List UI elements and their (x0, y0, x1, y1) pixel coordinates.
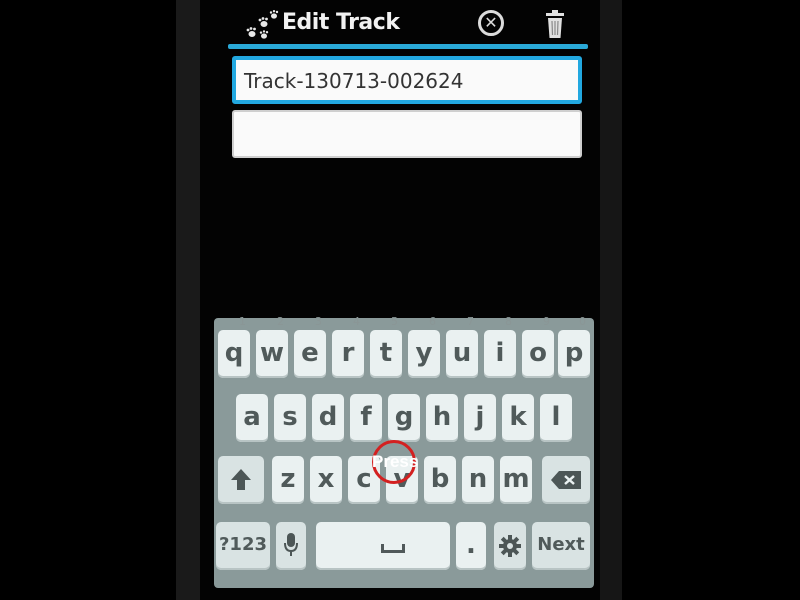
trash-icon[interactable] (542, 10, 568, 40)
key-label: p (564, 338, 584, 368)
key-i[interactable]: 8i (484, 316, 516, 378)
key-label: q (224, 338, 244, 368)
key-alt-2: 2 (277, 315, 284, 328)
key-alt-6: 6 (429, 315, 436, 328)
description-field[interactable] (232, 110, 582, 158)
key-alt-7: 7 (467, 315, 474, 328)
key-alt-0: 0 (579, 315, 586, 328)
paw-prints-icon (246, 10, 279, 39)
key-alt-1: 1 (239, 315, 246, 328)
backspace-key[interactable] (542, 456, 590, 504)
track-name-value: Track-130713-002624 (244, 69, 464, 93)
period-key[interactable]: . (456, 522, 486, 570)
mic-key[interactable] (276, 522, 306, 570)
key-n[interactable]: n (462, 456, 494, 504)
key-label: o (529, 338, 547, 368)
key-j[interactable]: j (464, 394, 496, 442)
key-h[interactable]: h (426, 394, 458, 442)
title-bar: Edit Track ✕ (200, 0, 600, 46)
phone-bezel-right (600, 0, 622, 600)
key-s[interactable]: s (274, 394, 306, 442)
key-u[interactable]: 7u (446, 316, 478, 378)
key-label: e (301, 338, 319, 368)
key-alt-5: 5 (391, 315, 398, 328)
key-alt-8: 8 (505, 315, 512, 328)
key-m[interactable]: m (500, 456, 532, 504)
key-q[interactable]: 1q (218, 316, 250, 378)
press-indicator-label: Press (372, 452, 419, 471)
space-key[interactable] (316, 522, 450, 570)
title-divider (228, 44, 588, 49)
key-f[interactable]: f (350, 394, 382, 442)
key-label: w (259, 338, 285, 368)
key-k[interactable]: k (502, 394, 534, 442)
key-e[interactable]: 3e (294, 316, 326, 378)
shift-key[interactable] (218, 456, 264, 504)
gear-icon (499, 535, 521, 557)
space-bar-glyph (381, 544, 405, 553)
key-x[interactable]: x (310, 456, 342, 504)
key-r[interactable]: 4r (332, 316, 364, 378)
key-alt-9: 9 (543, 315, 550, 328)
cancel-icon: ✕ (484, 13, 498, 32)
symbols-key[interactable]: ?123 (216, 522, 270, 570)
key-label: y (415, 338, 433, 368)
phone-screen: Edit Track ✕ Track-130713-002624 1q 2w 3… (200, 0, 600, 600)
cancel-button[interactable]: ✕ (478, 10, 504, 36)
key-alt-3: 3 (315, 315, 322, 328)
key-t[interactable]: 5t (370, 316, 402, 378)
key-p[interactable]: 0p (558, 316, 590, 378)
key-w[interactable]: 2w (256, 316, 288, 378)
backspace-icon (551, 471, 581, 489)
key-label: u (452, 338, 472, 368)
key-l[interactable]: l (540, 394, 572, 442)
shift-arrow-icon (231, 469, 251, 490)
key-y[interactable]: 6y (408, 316, 440, 378)
key-b[interactable]: b (424, 456, 456, 504)
track-name-field[interactable]: Track-130713-002624 (232, 56, 582, 104)
microphone-icon (284, 533, 298, 556)
key-o[interactable]: 9o (522, 316, 554, 378)
settings-key[interactable] (494, 522, 526, 570)
key-a[interactable]: a (236, 394, 268, 442)
key-d[interactable]: d (312, 394, 344, 442)
phone-bezel-left (176, 0, 200, 600)
key-g[interactable]: g (388, 394, 420, 442)
page-title: Edit Track (282, 10, 400, 35)
key-label: r (341, 338, 355, 368)
key-label: t (379, 338, 393, 368)
next-key[interactable]: Next (532, 522, 590, 570)
key-alt-4: 4 (353, 315, 360, 328)
key-z[interactable]: z (272, 456, 304, 504)
key-label: i (495, 338, 505, 368)
